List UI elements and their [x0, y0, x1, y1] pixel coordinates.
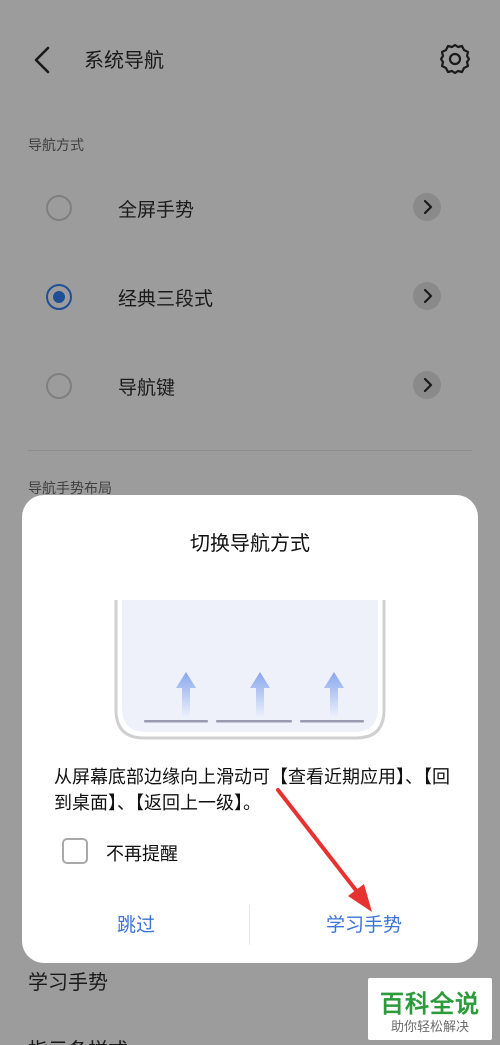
nav-option-label: 全屏手势 — [118, 199, 195, 221]
chevron-right-icon[interactable] — [413, 282, 441, 310]
radio-button[interactable] — [46, 373, 72, 399]
nav-option-classic-three[interactable]: 经典三段式 — [0, 266, 500, 326]
radio-button[interactable] — [46, 195, 72, 221]
page-title: 系统导航 — [84, 48, 164, 72]
switch-nav-dialog: 切换导航方式 从屏幕底部边缘向上滑动可【查看近期应用】、【回到桌面】、【返回上一… — [22, 495, 478, 963]
chevron-right-icon[interactable] — [413, 193, 441, 221]
chevron-right-icon[interactable] — [413, 371, 441, 399]
indicator-style-item[interactable]: 指示条样式 — [28, 1034, 128, 1045]
gesture-illustration — [114, 600, 386, 740]
watermark-subtitle: 助你轻松解决 — [390, 1020, 469, 1035]
back-arrow-icon[interactable] — [28, 42, 58, 78]
dont-remind-label: 不再提醒 — [106, 844, 178, 865]
nav-option-full-gesture[interactable]: 全屏手势 — [0, 177, 500, 237]
learn-gestures-item[interactable]: 学习手势 — [28, 966, 108, 995]
learn-gestures-button[interactable]: 学习手势 — [250, 905, 478, 945]
gear-icon[interactable] — [438, 42, 472, 76]
watermark-title: 百科全说 — [380, 990, 480, 1018]
watermark-logo: 百科全说 助你轻松解决 — [368, 978, 492, 1040]
title-bar: 系统导航 — [0, 28, 500, 92]
nav-option-label: 导航键 — [118, 377, 176, 399]
dialog-description: 从屏幕底部边缘向上滑动可【查看近期应用】、【回到桌面】、【返回上一级】。 — [54, 767, 450, 814]
dialog-title: 切换导航方式 — [190, 531, 310, 555]
section-divider — [28, 450, 472, 451]
dont-remind-checkbox[interactable] — [62, 838, 88, 864]
radio-button-selected[interactable] — [46, 284, 72, 310]
nav-option-label: 经典三段式 — [118, 288, 214, 310]
nav-method-section-label: 导航方式 — [28, 138, 84, 154]
skip-button[interactable]: 跳过 — [22, 905, 250, 945]
nav-option-nav-keys[interactable]: 导航键 — [0, 355, 500, 415]
